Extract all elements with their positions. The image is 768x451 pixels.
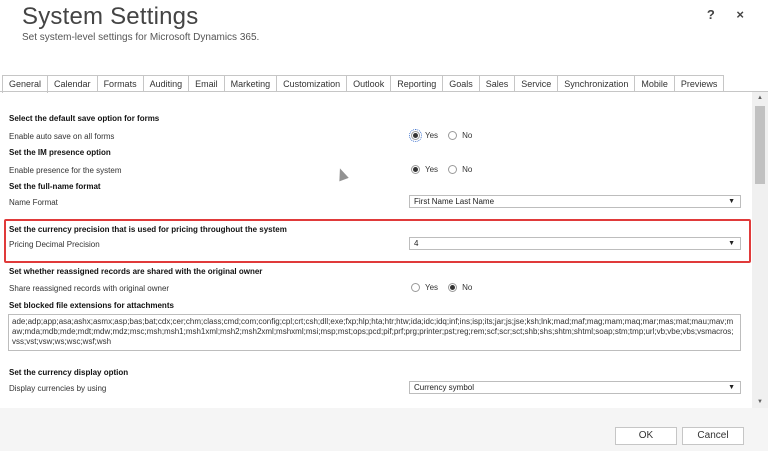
scroll-thumb[interactable] <box>755 106 765 184</box>
blocked-extensions-textarea[interactable]: ade;adp;app;asa;ashx;asmx;asp;bas;bat;cd… <box>8 314 741 351</box>
tab-goals[interactable]: Goals <box>442 75 480 92</box>
tab-reporting[interactable]: Reporting <box>390 75 444 92</box>
chevron-down-icon: ▼ <box>728 384 735 391</box>
tab-outlook[interactable]: Outlook <box>346 75 392 92</box>
chevron-down-icon: ▼ <box>728 198 735 205</box>
reassign-no-label: No <box>462 283 473 292</box>
tab-calendar[interactable]: Calendar <box>47 75 98 92</box>
presence-label: Enable presence for the system <box>9 166 122 175</box>
section-heading-reassign: Set whether reassigned records are share… <box>9 267 263 276</box>
currency-display-select[interactable]: Currency symbol ▼ <box>409 381 741 394</box>
help-icon[interactable]: ? <box>707 7 715 22</box>
close-icon[interactable]: × <box>736 7 744 22</box>
reassign-no-radio[interactable] <box>448 283 458 292</box>
dialog-subtitle: Set system-level settings for Microsoft … <box>22 32 260 43</box>
reassign-yes-radio[interactable] <box>411 283 420 292</box>
scroll-up-icon[interactable]: ▲ <box>752 92 768 104</box>
tab-marketing[interactable]: Marketing <box>223 75 278 92</box>
presence-no-label: No <box>462 165 473 174</box>
scroll-down-icon[interactable]: ▼ <box>752 396 768 408</box>
autosave-no-radio[interactable] <box>448 131 458 140</box>
name-format-label: Name Format <box>9 198 58 207</box>
highlight-box <box>4 219 751 263</box>
header-icons: ? × <box>689 7 744 22</box>
reassign-label: Share reassigned records with original o… <box>9 284 170 293</box>
tab-previews[interactable]: Previews <box>673 75 725 92</box>
tab-auditing[interactable]: Auditing <box>142 75 190 92</box>
autosave-yes-radio[interactable] <box>409 129 422 142</box>
section-heading-autosave: Select the default save option for forms <box>9 114 160 123</box>
presence-yes-radio[interactable] <box>411 165 420 174</box>
section-heading-currency-display: Set the currency display option <box>9 368 129 377</box>
presence-no-radio[interactable] <box>448 165 458 174</box>
presence-yes-label: Yes <box>425 165 439 174</box>
ok-button[interactable]: OK <box>615 427 677 445</box>
tab-bar: General Calendar Formats Auditing Email Marke… <box>2 75 725 93</box>
tab-email[interactable]: Email <box>188 75 225 92</box>
tab-formats[interactable]: Formats <box>96 75 144 92</box>
tab-synchronization[interactable]: Synchronization <box>557 75 636 92</box>
dialog-header: System Settings Set system-level setting… <box>0 0 768 72</box>
tab-sales[interactable]: Sales <box>478 75 516 92</box>
section-heading-fullname: Set the full-name format <box>9 182 101 191</box>
section-heading-blocked: Set blocked file extensions for attachme… <box>9 301 174 310</box>
autosave-yes-label: Yes <box>425 131 439 140</box>
reassign-yes-label: Yes <box>425 283 439 292</box>
autosave-label: Enable auto save on all forms <box>9 132 115 141</box>
tab-mobile[interactable]: Mobile <box>634 75 675 92</box>
autosave-no-label: No <box>462 131 473 140</box>
name-format-select[interactable]: First Name Last Name ▼ <box>409 195 741 208</box>
vertical-scrollbar[interactable]: ▲ ▼ <box>752 92 768 408</box>
tab-customization[interactable]: Customization <box>276 75 348 92</box>
reassign-radio-group: Yes No <box>411 283 482 292</box>
dialog-title: System Settings <box>22 3 199 30</box>
dialog-footer: OK Cancel <box>0 408 768 451</box>
cancel-button[interactable]: Cancel <box>682 427 744 445</box>
currency-display-label: Display currencies by using <box>9 384 107 393</box>
tab-service[interactable]: Service <box>514 75 559 92</box>
presence-radio-group: Yes No <box>411 165 482 174</box>
section-heading-presence: Set the IM presence option <box>9 148 111 157</box>
name-format-value: First Name Last Name <box>414 197 495 206</box>
currency-display-value: Currency symbol <box>414 383 475 392</box>
autosave-radio-group: Yes No <box>409 129 482 142</box>
